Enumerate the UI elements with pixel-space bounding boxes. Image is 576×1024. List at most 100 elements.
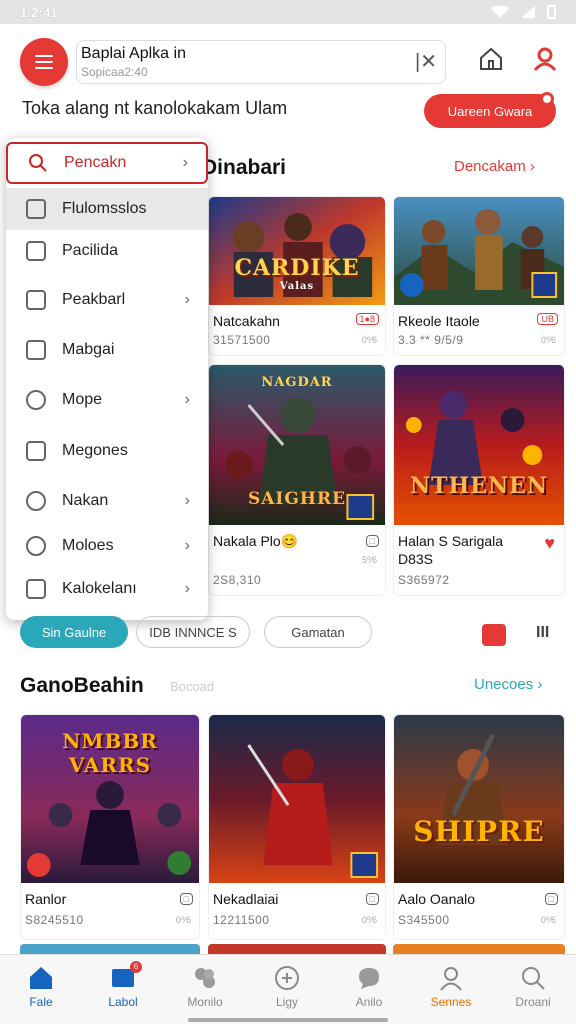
nav-profile[interactable]: Sennes [410, 955, 492, 1024]
menu-item-document[interactable]: Megones [6, 430, 208, 472]
game-card[interactable]: CARDIKE Valas Natcakahn 31571500 1●8 0⁰⁄… [208, 196, 386, 356]
promo-button-label: Uareen Gwara [447, 103, 533, 119]
game-title-line2: D83S [398, 551, 434, 567]
nav-home[interactable]: Fale [0, 955, 82, 1024]
at-icon [26, 491, 46, 511]
more-icon[interactable]: III [536, 624, 549, 642]
nav-explore[interactable]: Ligy [246, 955, 328, 1024]
menu-item-tags[interactable]: Flulomsslos [6, 188, 208, 230]
heart-icon[interactable]: ♥ [541, 533, 558, 554]
clear-icon[interactable]: |✕ [415, 49, 437, 74]
section-link[interactable]: Dencakam › [454, 158, 535, 175]
chevron-right-icon: › [184, 537, 190, 554]
menu-item-like[interactable]: Peakbarl › [6, 279, 208, 321]
game-rating: S8245510 [25, 913, 84, 927]
menu-item-at[interactable]: Nakan › [6, 480, 208, 522]
video-icon[interactable] [482, 624, 506, 646]
chevron-right-icon: › [182, 154, 188, 171]
nav-label: Sennes [430, 995, 472, 1009]
bottom-nav: Fale 6 Labol Monilo Ligy Anilo Sennes Dr… [0, 954, 576, 1024]
menu-item-bookmark[interactable]: Mabgai [6, 329, 208, 371]
status-time: 1:2:41 [20, 4, 58, 20]
game-size: 0⁰⁄6 [361, 335, 377, 345]
game-art-title: SAIGHRE [247, 489, 347, 509]
game-rating: 31571500 [213, 333, 271, 347]
search-title: Baplai Aplka in [81, 45, 186, 62]
game-rating: 2S8,310 [213, 573, 262, 587]
menu-item-puzzle[interactable]: Kalokelanı › [6, 568, 208, 610]
nav-label: Droani [515, 995, 551, 1009]
game-badge: UB [537, 313, 558, 325]
menu-button[interactable] [20, 38, 68, 86]
game-card[interactable]: Nekadlaiai 12211500 □ 0⁰⁄6 [208, 714, 386, 940]
game-card[interactable]: Rkeole Itaole 3.3 ** 9/5/9 UB 0⁰⁄6 [393, 196, 565, 356]
game-badge: □ [365, 893, 379, 905]
game-size: 0⁰⁄6 [175, 915, 191, 925]
battery-icon [547, 5, 556, 19]
promo-text: Toka alang nt kanolokakam Ulam [22, 98, 288, 118]
game-card-partial [393, 944, 565, 954]
promo-button[interactable]: Uareen Gwara [424, 92, 556, 128]
nav-games[interactable]: Monilo [164, 955, 246, 1024]
game-card[interactable]: SHIPRE Aalo Oanalo S345500 □ 0⁰⁄6 [393, 714, 565, 940]
document-icon [26, 441, 46, 461]
profile-icon[interactable] [532, 46, 558, 72]
status-icons [491, 5, 556, 19]
menu-item-label: Flulomsslos [62, 200, 147, 217]
game-card[interactable]: NMBBR VARRS Ranlor S8245510 □ 0⁰⁄6 [20, 714, 200, 940]
game-title: Rkeole Itaole [398, 313, 480, 329]
game-badge: 1●8 [355, 313, 379, 325]
puzzle-icon [195, 968, 215, 988]
status-bar: 1:2:41 [0, 0, 576, 24]
magnify-icon [26, 536, 46, 556]
game-art-top: NAGDAR [261, 375, 333, 390]
game-card[interactable]: NTHENEN Halan S Sarigala D83S S365972 ♥ [393, 364, 565, 596]
game-size: 0⁰⁄6 [540, 915, 556, 925]
game-rating: S365972 [398, 573, 450, 587]
wifi-icon [491, 6, 509, 18]
menu-item-label: Moloes [62, 537, 114, 554]
section-link[interactable]: Unecoes › [474, 676, 542, 693]
menu-item-label: Kalokelanı [62, 580, 137, 597]
dropdown-menu: Pencakn › Flulomsslos Pacilida Peakbarl … [6, 138, 208, 620]
chip-filter[interactable]: Sin Gaulne [20, 616, 128, 648]
nav-library[interactable]: 6 Labol [82, 955, 164, 1024]
chip-filter[interactable]: IDB INNNCE S [136, 616, 250, 648]
home-indicator[interactable] [188, 1018, 388, 1022]
signal-icon [521, 6, 535, 18]
menu-item-label: Megones [62, 442, 128, 459]
menu-item-label: Mope [62, 391, 103, 408]
nav-badge: 6 [130, 961, 142, 973]
search-input[interactable]: Baplai Aplka in Sopicaa2:40 |✕ [76, 40, 446, 84]
game-art-subtitle: Valas [279, 281, 315, 292]
notification-dot [540, 92, 554, 106]
chip-filter[interactable]: Gamatan [264, 616, 372, 648]
chat-icon [359, 968, 379, 989]
chevron-right-icon: › [184, 580, 190, 597]
section-title: Dinabari [202, 156, 287, 179]
menu-item-label: Pencakn [64, 154, 127, 171]
menu-item-magnify[interactable]: Moloes › [6, 525, 208, 567]
game-thumbnail [394, 197, 564, 305]
puzzle-icon [26, 579, 46, 599]
section-title: GanoBeahin [20, 674, 144, 697]
game-thumbnail: NMBBR VARRS [21, 715, 199, 883]
game-art-title: CARDIKE [234, 255, 360, 281]
tag-icon [26, 199, 46, 219]
nav-label: Fale [29, 995, 53, 1009]
game-size: 5⁰⁄6 [361, 555, 377, 565]
nav-label: Ligy [275, 995, 298, 1009]
game-card[interactable]: NAGDAR SAIGHRE Nakala Plo😊 2S8,310 □ 5⁰⁄… [208, 364, 386, 596]
chip-label: Gamatan [291, 624, 345, 640]
home-icon[interactable] [478, 46, 504, 72]
nav-search[interactable]: Droani [492, 955, 574, 1024]
profile-icon [440, 967, 462, 991]
menu-item-search[interactable]: Pencakn › [6, 142, 208, 184]
menu-item-bag[interactable]: Pacilida [6, 230, 208, 272]
chip-label: IDB INNNCE S [149, 624, 237, 640]
search-icon [522, 967, 545, 990]
nav-chat[interactable]: Anilo [328, 955, 410, 1024]
menu-item-label: Peakbarl [62, 291, 126, 308]
game-title: Ranlor [25, 891, 67, 907]
menu-item-compass[interactable]: Mope › [6, 379, 208, 421]
